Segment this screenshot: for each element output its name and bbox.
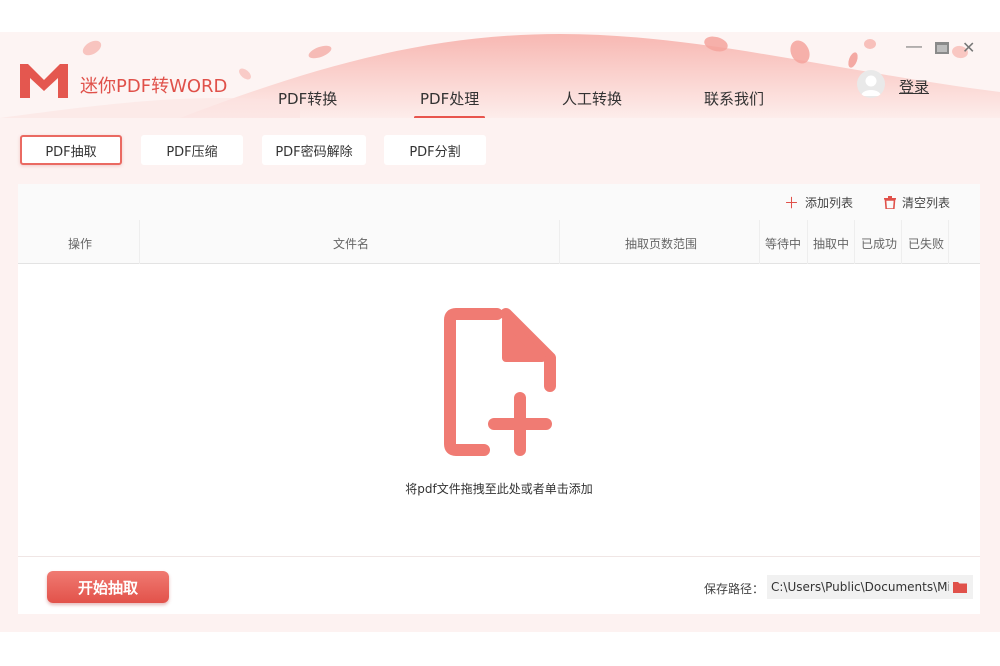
column-divider <box>854 220 855 264</box>
tab-pdf-convert[interactable]: PDF转换 <box>278 88 337 109</box>
add-list-button[interactable]: ＋ 添加列表 <box>784 194 853 211</box>
subtab-pdf-split[interactable]: PDF分割 <box>384 135 486 165</box>
col-waiting: 等待中 <box>765 237 802 251</box>
file-panel: ＋ 添加列表 清空列表 操作 文件名 抽取页数范围 等待中 抽取中 已成功 已失… <box>18 184 980 614</box>
column-divider <box>559 220 560 264</box>
col-page-range: 抽取页数范围 <box>625 237 698 251</box>
login-link[interactable]: 登录 <box>899 76 929 97</box>
subtab-pdf-unlock[interactable]: PDF密码解除 <box>262 135 366 165</box>
drop-hint-text: 将pdf文件拖拽至此处或者单击添加 <box>405 482 593 496</box>
list-toolbar: ＋ 添加列表 清空列表 <box>18 184 980 220</box>
column-divider <box>901 220 902 264</box>
column-divider <box>807 220 808 264</box>
file-drop-zone[interactable]: 将pdf文件拖拽至此处或者单击添加 <box>18 264 980 554</box>
col-extracting: 抽取中 <box>813 237 850 251</box>
add-list-label: 添加列表 <box>805 196 854 210</box>
subtab-pdf-extract[interactable]: PDF抽取 <box>20 135 122 165</box>
user-avatar-icon[interactable] <box>857 70 885 98</box>
clear-list-button[interactable]: 清空列表 <box>884 194 950 211</box>
table-header: 操作 文件名 抽取页数范围 等待中 抽取中 已成功 已失败 <box>18 220 980 264</box>
close-button[interactable]: ✕ <box>962 38 975 58</box>
col-succeeded: 已成功 <box>861 237 898 251</box>
tab-pdf-process[interactable]: PDF处理 <box>413 88 486 118</box>
clear-list-label: 清空列表 <box>902 196 951 210</box>
app-window: 迷你PDF转WORD PDF转换 PDF处理 人工转换 联系我们 — ✕ 登录 … <box>0 32 1000 632</box>
column-divider <box>948 220 949 264</box>
trash-icon <box>884 196 896 209</box>
app-title: 迷你PDF转WORD <box>80 76 228 97</box>
minimize-button[interactable]: — <box>906 38 922 56</box>
save-path-input[interactable] <box>767 575 973 599</box>
maximize-button[interactable] <box>934 41 950 55</box>
start-extract-button[interactable]: 开始抽取 <box>47 571 169 603</box>
col-filename: 文件名 <box>333 237 370 251</box>
col-action: 操作 <box>68 237 93 251</box>
save-path-label: 保存路径： <box>704 582 765 596</box>
plus-icon: ＋ <box>784 193 800 212</box>
footer-divider <box>18 556 980 557</box>
col-failed: 已失败 <box>908 237 945 251</box>
column-divider <box>759 220 760 264</box>
column-divider <box>139 220 140 264</box>
tab-manual-convert[interactable]: 人工转换 <box>562 88 622 109</box>
subtab-pdf-compress[interactable]: PDF压缩 <box>141 135 243 165</box>
header: 迷你PDF转WORD PDF转换 PDF处理 人工转换 联系我们 — ✕ 登录 <box>0 32 1000 118</box>
app-logo-icon <box>20 64 68 98</box>
file-add-icon[interactable] <box>442 306 556 458</box>
tab-contact-us[interactable]: 联系我们 <box>704 88 764 109</box>
folder-icon[interactable] <box>953 581 967 593</box>
